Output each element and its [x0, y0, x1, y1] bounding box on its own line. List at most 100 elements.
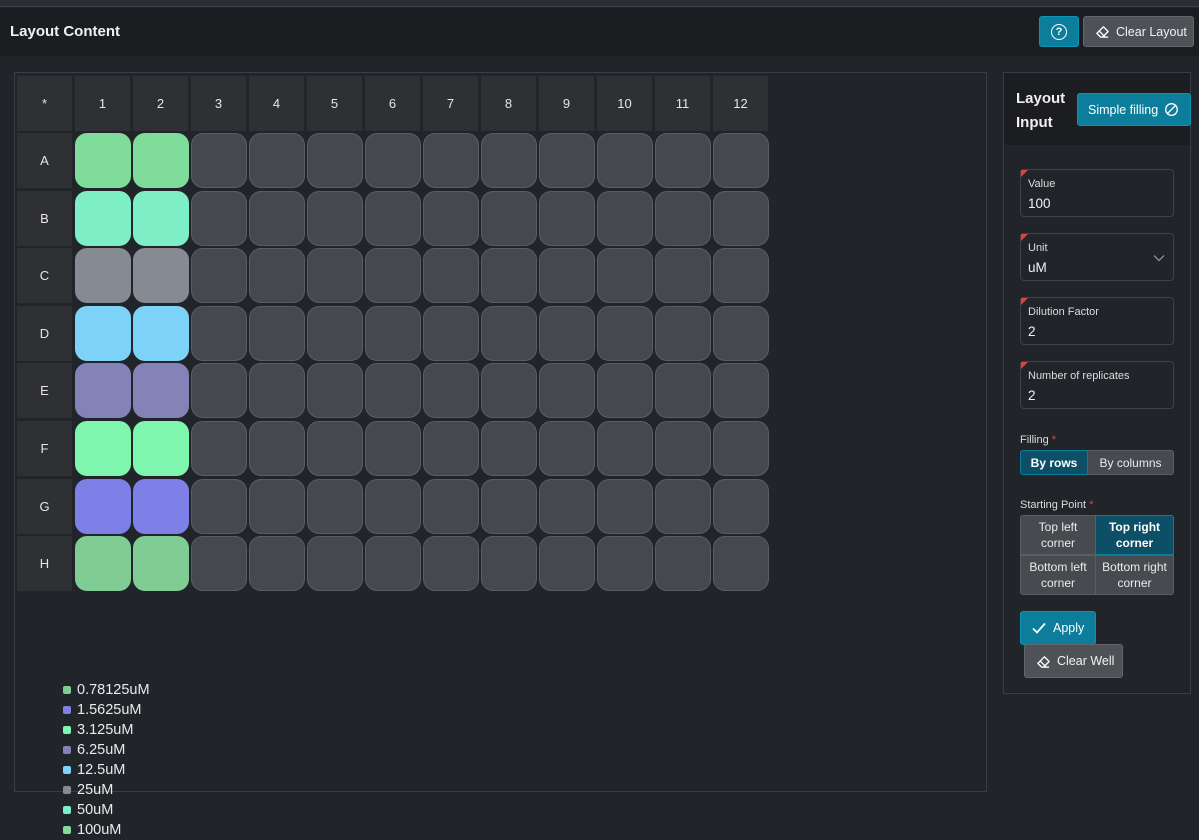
- well[interactable]: [75, 190, 131, 246]
- well[interactable]: [597, 421, 653, 476]
- well[interactable]: [655, 363, 711, 419]
- well[interactable]: [481, 421, 537, 476]
- column-header[interactable]: 12: [713, 76, 768, 131]
- well[interactable]: [365, 536, 421, 592]
- row-header[interactable]: C: [17, 248, 72, 304]
- well[interactable]: [597, 478, 653, 534]
- well[interactable]: [249, 421, 305, 476]
- well[interactable]: [307, 421, 363, 476]
- row-header[interactable]: F: [17, 421, 72, 476]
- dilution-factor-field[interactable]: Dilution Factor 2: [1020, 297, 1174, 345]
- well[interactable]: [423, 478, 479, 534]
- well[interactable]: [307, 190, 363, 246]
- well[interactable]: [655, 536, 711, 592]
- well[interactable]: [191, 248, 247, 304]
- start-top-right[interactable]: Top right corner: [1095, 515, 1174, 555]
- well[interactable]: [75, 478, 131, 534]
- well[interactable]: [655, 248, 711, 304]
- well[interactable]: [539, 363, 595, 419]
- well[interactable]: [249, 363, 305, 419]
- value-input[interactable]: 100: [1028, 196, 1051, 211]
- well[interactable]: [655, 478, 711, 534]
- well[interactable]: [713, 421, 769, 476]
- well[interactable]: [481, 363, 537, 419]
- well[interactable]: [365, 248, 421, 304]
- well[interactable]: [365, 305, 421, 361]
- well[interactable]: [365, 363, 421, 419]
- well[interactable]: [365, 478, 421, 534]
- well[interactable]: [75, 536, 131, 592]
- well[interactable]: [133, 133, 189, 188]
- well[interactable]: [307, 248, 363, 304]
- well[interactable]: [365, 190, 421, 246]
- well[interactable]: [539, 248, 595, 304]
- unit-value[interactable]: uM: [1028, 260, 1047, 275]
- well[interactable]: [191, 536, 247, 592]
- well[interactable]: [713, 133, 769, 188]
- well[interactable]: [481, 478, 537, 534]
- well[interactable]: [75, 363, 131, 419]
- well[interactable]: [191, 305, 247, 361]
- column-header[interactable]: 5: [307, 76, 362, 131]
- well[interactable]: [481, 248, 537, 304]
- column-header[interactable]: 7: [423, 76, 478, 131]
- column-header[interactable]: 10: [597, 76, 652, 131]
- row-header[interactable]: G: [17, 478, 72, 534]
- well[interactable]: [481, 305, 537, 361]
- well[interactable]: [191, 421, 247, 476]
- unit-select[interactable]: Unit uM: [1020, 233, 1174, 281]
- replicates-field[interactable]: Number of replicates 2: [1020, 361, 1174, 409]
- row-header[interactable]: E: [17, 363, 72, 419]
- filling-by-rows[interactable]: By rows: [1020, 450, 1088, 475]
- well[interactable]: [133, 363, 189, 419]
- well[interactable]: [597, 305, 653, 361]
- well[interactable]: [307, 363, 363, 419]
- well[interactable]: [423, 190, 479, 246]
- well[interactable]: [713, 248, 769, 304]
- well[interactable]: [539, 305, 595, 361]
- well[interactable]: [133, 421, 189, 476]
- row-header[interactable]: D: [17, 305, 72, 361]
- well[interactable]: [133, 190, 189, 246]
- well[interactable]: [655, 421, 711, 476]
- well[interactable]: [191, 478, 247, 534]
- well[interactable]: [75, 248, 131, 304]
- well[interactable]: [133, 305, 189, 361]
- well[interactable]: [713, 305, 769, 361]
- well[interactable]: [481, 133, 537, 188]
- column-header[interactable]: 6: [365, 76, 420, 131]
- well[interactable]: [191, 133, 247, 188]
- column-header[interactable]: 3: [191, 76, 246, 131]
- well[interactable]: [597, 248, 653, 304]
- well[interactable]: [423, 248, 479, 304]
- well[interactable]: [133, 478, 189, 534]
- well[interactable]: [249, 305, 305, 361]
- well[interactable]: [75, 421, 131, 476]
- well[interactable]: [249, 190, 305, 246]
- well[interactable]: [597, 133, 653, 188]
- column-header[interactable]: 9: [539, 76, 594, 131]
- well[interactable]: [539, 133, 595, 188]
- column-header[interactable]: 4: [249, 76, 304, 131]
- well[interactable]: [481, 536, 537, 592]
- well[interactable]: [249, 248, 305, 304]
- well[interactable]: [713, 478, 769, 534]
- well[interactable]: [539, 190, 595, 246]
- well[interactable]: [713, 363, 769, 419]
- row-header[interactable]: B: [17, 190, 72, 246]
- column-header[interactable]: 11: [655, 76, 710, 131]
- value-field[interactable]: Value 100: [1020, 169, 1174, 217]
- well[interactable]: [655, 190, 711, 246]
- well[interactable]: [539, 536, 595, 592]
- dilution-factor-input[interactable]: 2: [1028, 324, 1036, 339]
- well[interactable]: [539, 478, 595, 534]
- well[interactable]: [133, 536, 189, 592]
- well[interactable]: [597, 190, 653, 246]
- help-button[interactable]: ?: [1039, 16, 1079, 47]
- column-header[interactable]: 1: [75, 76, 130, 131]
- simple-filling-button[interactable]: Simple filling: [1077, 93, 1191, 126]
- well[interactable]: [249, 536, 305, 592]
- clear-well-button[interactable]: Clear Well: [1024, 644, 1123, 678]
- replicates-input[interactable]: 2: [1028, 388, 1036, 403]
- well[interactable]: [75, 133, 131, 188]
